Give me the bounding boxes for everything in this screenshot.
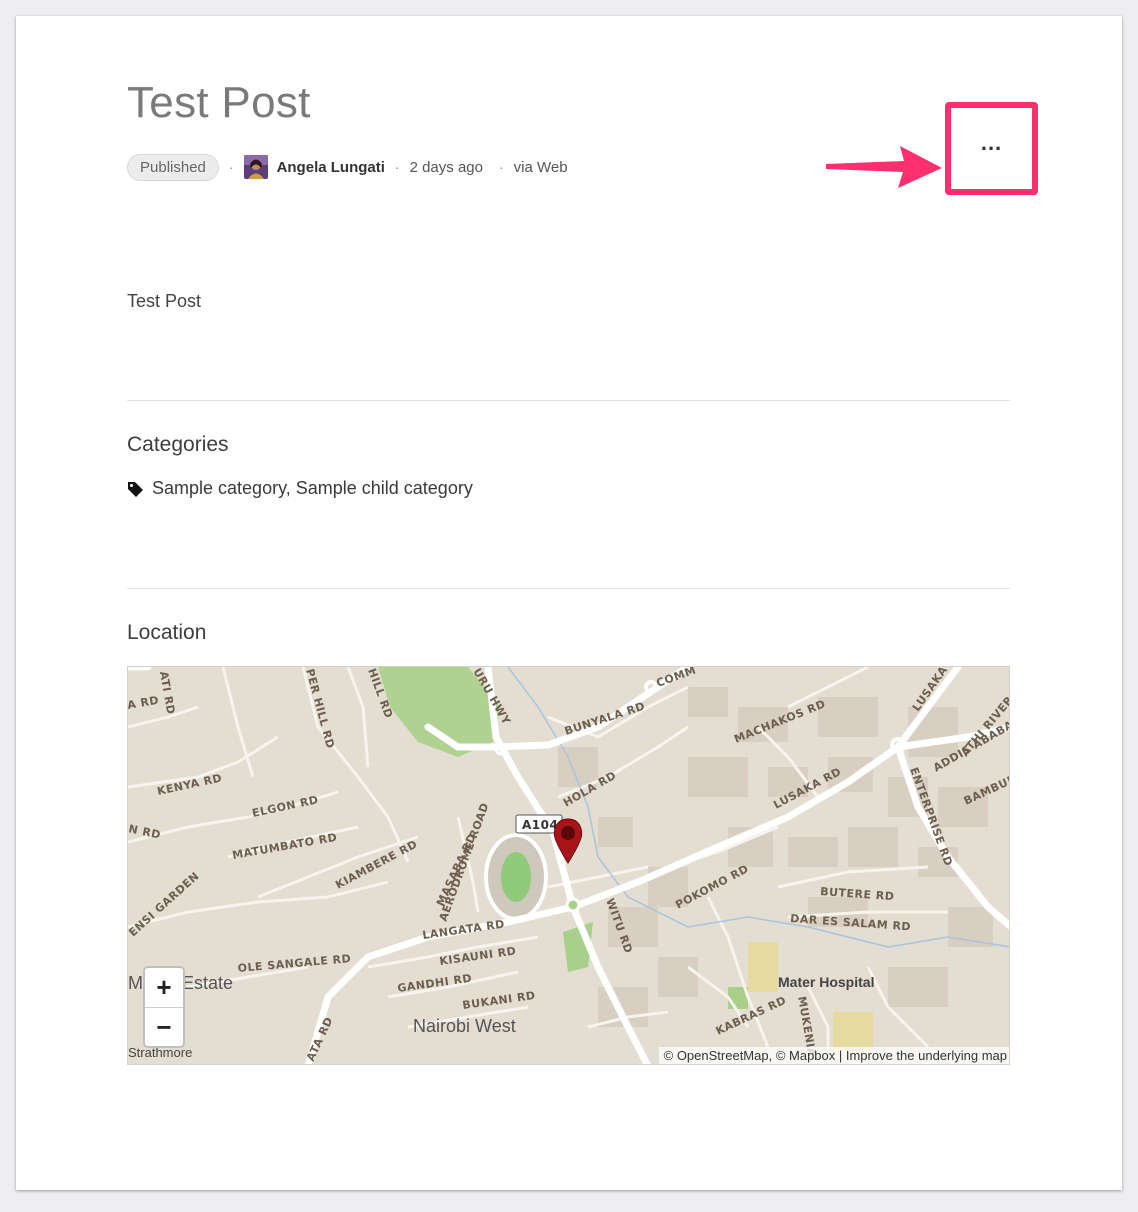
location-heading: Location xyxy=(127,621,207,644)
map-label-a104: A104 xyxy=(522,818,558,832)
post-title: Test Post xyxy=(127,78,311,127)
post-body: Test Post xyxy=(127,291,202,311)
meta-separator: · xyxy=(498,159,504,175)
post-source: via Web xyxy=(513,158,568,176)
meta-separator: · xyxy=(228,159,234,175)
more-options-button[interactable]: ... xyxy=(981,131,1002,154)
categories-value: Sample category, Sample child category xyxy=(152,478,473,498)
map-tiles: KENYA RD ELGON RD MATUMBATO RD KIAMBERE … xyxy=(128,667,1009,1064)
categories-list: Sample category, Sample child category xyxy=(127,478,473,499)
categories-heading: Categories xyxy=(127,433,229,456)
divider xyxy=(127,400,1010,401)
avatar xyxy=(243,155,268,179)
map-label-mater-hospital: Mater Hospital xyxy=(778,974,874,990)
meta-separator: · xyxy=(394,159,400,175)
post-time: 2 days ago xyxy=(409,158,483,176)
zoom-control: + − xyxy=(143,966,185,1048)
post-card: Test Post Published · Angela Lungati · 2… xyxy=(16,16,1122,1190)
map-attribution[interactable]: © OpenStreetMap, © Mapbox | Improve the … xyxy=(658,1047,1009,1064)
author-name[interactable]: Angela Lungati xyxy=(277,159,385,176)
more-options-highlight: ... xyxy=(945,102,1038,195)
tag-icon xyxy=(128,481,143,497)
arrow-annotation-icon xyxy=(826,146,942,188)
location-map[interactable]: KENYA RD ELGON RD MATUMBATO RD KIAMBERE … xyxy=(127,666,1010,1065)
divider xyxy=(127,588,1010,589)
map-label-nairobi-west: Nairobi West xyxy=(413,1016,516,1036)
zoom-out-button[interactable]: − xyxy=(145,1008,183,1046)
post-meta: Published · Angela Lungati · 2 days ago … xyxy=(127,153,568,181)
status-badge: Published xyxy=(127,153,219,181)
zoom-in-button[interactable]: + xyxy=(145,968,183,1008)
